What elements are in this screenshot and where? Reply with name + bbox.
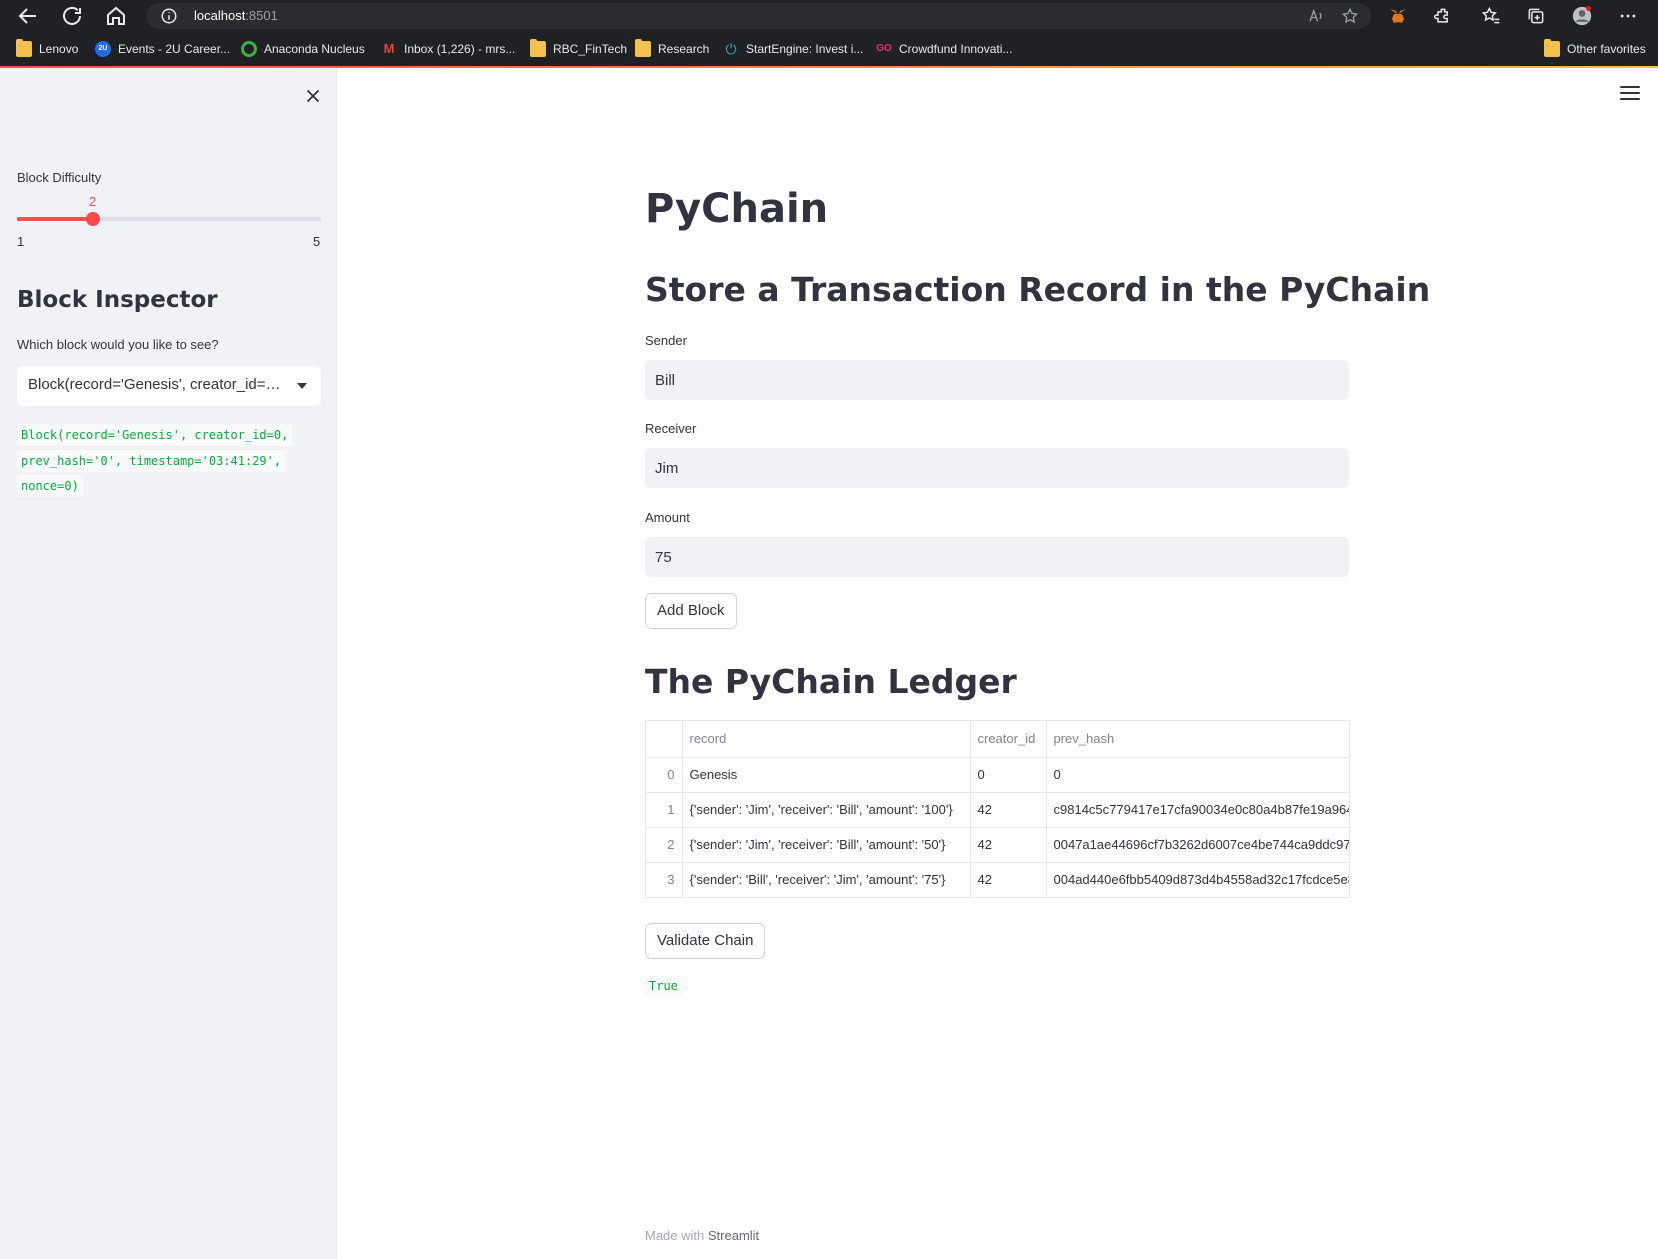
hamburger-menu-icon[interactable]: [1620, 86, 1640, 102]
gmail-icon: M: [383, 41, 395, 56]
store-transaction-heading: Store a Transaction Record in the PyChai…: [645, 270, 1431, 309]
go-icon: GO: [876, 43, 892, 54]
prev-hash-cell[interactable]: 0047a1ae44696cf7b3262d6007ce4be744ca9ddc…: [1046, 827, 1349, 863]
refresh-icon[interactable]: [60, 4, 84, 28]
2u-icon: 2U: [95, 41, 111, 57]
record-header[interactable]: record: [682, 721, 971, 758]
bookmark-2u-events[interactable]: 2U Events - 2U Career...: [95, 40, 230, 58]
sender-input[interactable]: [645, 360, 1349, 400]
select-label: Which block would you like to see?: [17, 337, 219, 352]
record-cell[interactable]: {'sender': 'Bill', 'receiver': 'Jim', 'a…: [682, 862, 971, 897]
ledger-table[interactable]: record creator_id prev_hash 0 Genesis 0 …: [645, 720, 1350, 898]
ledger-heading: The PyChain Ledger: [645, 662, 1017, 701]
read-aloud-icon[interactable]: [1307, 7, 1325, 25]
back-icon[interactable]: [16, 4, 40, 28]
bookmark-other-favorites[interactable]: Other favorites: [1544, 39, 1646, 58]
prev-hash-cell[interactable]: c9814c5c779417e17cfa90034e0c80a4b87fe19a…: [1046, 792, 1349, 828]
receiver-label: Receiver: [645, 421, 697, 436]
record-cell[interactable]: {'sender': 'Jim', 'receiver': 'Bill', 'a…: [682, 827, 971, 863]
folder-icon: [16, 39, 32, 57]
record-cell[interactable]: {'sender': 'Jim', 'receiver': 'Bill', 'a…: [682, 792, 971, 828]
slider-fill: [17, 217, 93, 221]
site-info-icon[interactable]: [160, 7, 178, 25]
add-favorite-icon[interactable]: [1341, 7, 1359, 25]
bookmark-lenovo[interactable]: Lenovo: [16, 39, 78, 58]
bookmark-crowdfund[interactable]: GO Crowdfund Innovati...: [876, 40, 1012, 58]
row-index: 3: [646, 862, 683, 897]
footer-text: Made with: [645, 1228, 708, 1243]
metamask-extension-icon[interactable]: [1388, 6, 1408, 26]
table-header-row: record creator_id prev_hash: [646, 721, 1349, 758]
slider-max-label: 5: [313, 234, 321, 249]
page-title: PyChain: [645, 186, 829, 232]
profile-avatar-icon[interactable]: [1572, 6, 1592, 26]
block-code-line: prev_hash='0', timestamp='03:41:29',: [17, 450, 286, 472]
difficulty-slider[interactable]: [17, 212, 321, 226]
slider-min-label: 1: [17, 234, 25, 249]
browser-toolbar: localhost:8501: [0, 0, 1658, 32]
prev-hash-header[interactable]: prev_hash: [1046, 721, 1349, 758]
amount-label: Amount: [645, 510, 690, 525]
validate-chain-button[interactable]: Validate Chain: [645, 923, 766, 959]
url-text[interactable]: localhost:8501: [194, 8, 278, 23]
creator-id-header[interactable]: creator_id: [970, 721, 1047, 758]
difficulty-label: Block Difficulty: [17, 170, 102, 185]
block-select[interactable]: Block(record='Genesis', creator_id=0, pr…: [17, 366, 321, 406]
bookmark-rbc-fintech[interactable]: RBC_FinTech: [530, 39, 627, 58]
table-row: 3 {'sender': 'Bill', 'receiver': 'Jim', …: [646, 862, 1349, 897]
table-row: 0 Genesis 0 0: [646, 757, 1349, 793]
creator-id-cell[interactable]: 42: [970, 862, 1047, 897]
sidebar: Block Difficulty 2 1 5 Block Inspector W…: [0, 68, 337, 1259]
bookmark-research[interactable]: Research: [635, 39, 709, 58]
collections-icon[interactable]: [1526, 6, 1546, 26]
footer: Made with Streamlit: [645, 1228, 759, 1243]
folder-icon: [1544, 39, 1560, 57]
address-bar[interactable]: localhost:8501: [146, 3, 1371, 29]
block-inspector-heading: Block Inspector: [17, 287, 218, 313]
block-code-line: nonce=0): [17, 475, 83, 497]
receiver-input[interactable]: [645, 448, 1349, 488]
record-cell[interactable]: Genesis: [682, 757, 971, 793]
validation-result: True: [645, 977, 682, 995]
table-row: 2 {'sender': 'Jim', 'receiver': 'Bill', …: [646, 827, 1349, 863]
row-index: 2: [646, 827, 683, 863]
bookmark-anaconda[interactable]: Anaconda Nucleus: [241, 40, 365, 58]
table-row: 1 {'sender': 'Jim', 'receiver': 'Bill', …: [646, 792, 1349, 828]
anaconda-icon: [241, 41, 257, 57]
startengine-icon: ⏻: [725, 41, 737, 57]
select-value: Block(record='Genesis', creator_id=0, pr…: [28, 376, 283, 393]
more-menu-icon[interactable]: [1618, 6, 1638, 26]
row-index: 1: [646, 792, 683, 828]
home-icon[interactable]: [104, 4, 128, 28]
index-header: [646, 721, 683, 758]
sender-label: Sender: [645, 333, 687, 348]
slider-value: 2: [89, 194, 97, 209]
block-code-line: Block(record='Genesis', creator_id=0,: [17, 424, 293, 446]
prev-hash-cell[interactable]: 004ad440e6fbb5409d873d4b4558ad32c17fcdce…: [1046, 862, 1349, 897]
creator-id-cell[interactable]: 0: [970, 757, 1047, 793]
close-icon[interactable]: [302, 85, 324, 107]
add-block-button[interactable]: Add Block: [645, 593, 737, 629]
folder-icon: [530, 39, 546, 57]
extensions-icon[interactable]: [1433, 6, 1453, 26]
bookmark-gmail-inbox[interactable]: M Inbox (1,226) - mrs...: [381, 40, 516, 58]
row-index: 0: [646, 757, 683, 793]
bookmarks-bar: Lenovo 2U Events - 2U Career... Anaconda …: [0, 32, 1658, 66]
prev-hash-cell[interactable]: 0: [1046, 757, 1349, 793]
folder-icon: [635, 39, 651, 57]
streamlit-link[interactable]: Streamlit: [708, 1228, 759, 1243]
chevron-down-icon[interactable]: [297, 383, 307, 389]
amount-input[interactable]: [645, 537, 1349, 577]
favorites-icon[interactable]: [1481, 6, 1501, 26]
main-content: PyChain Store a Transaction Record in th…: [337, 68, 1658, 1259]
creator-id-cell[interactable]: 42: [970, 827, 1047, 863]
bookmark-startengine[interactable]: ⏻ StartEngine: Invest i...: [723, 40, 863, 58]
creator-id-cell[interactable]: 42: [970, 792, 1047, 828]
slider-thumb[interactable]: [86, 212, 100, 226]
